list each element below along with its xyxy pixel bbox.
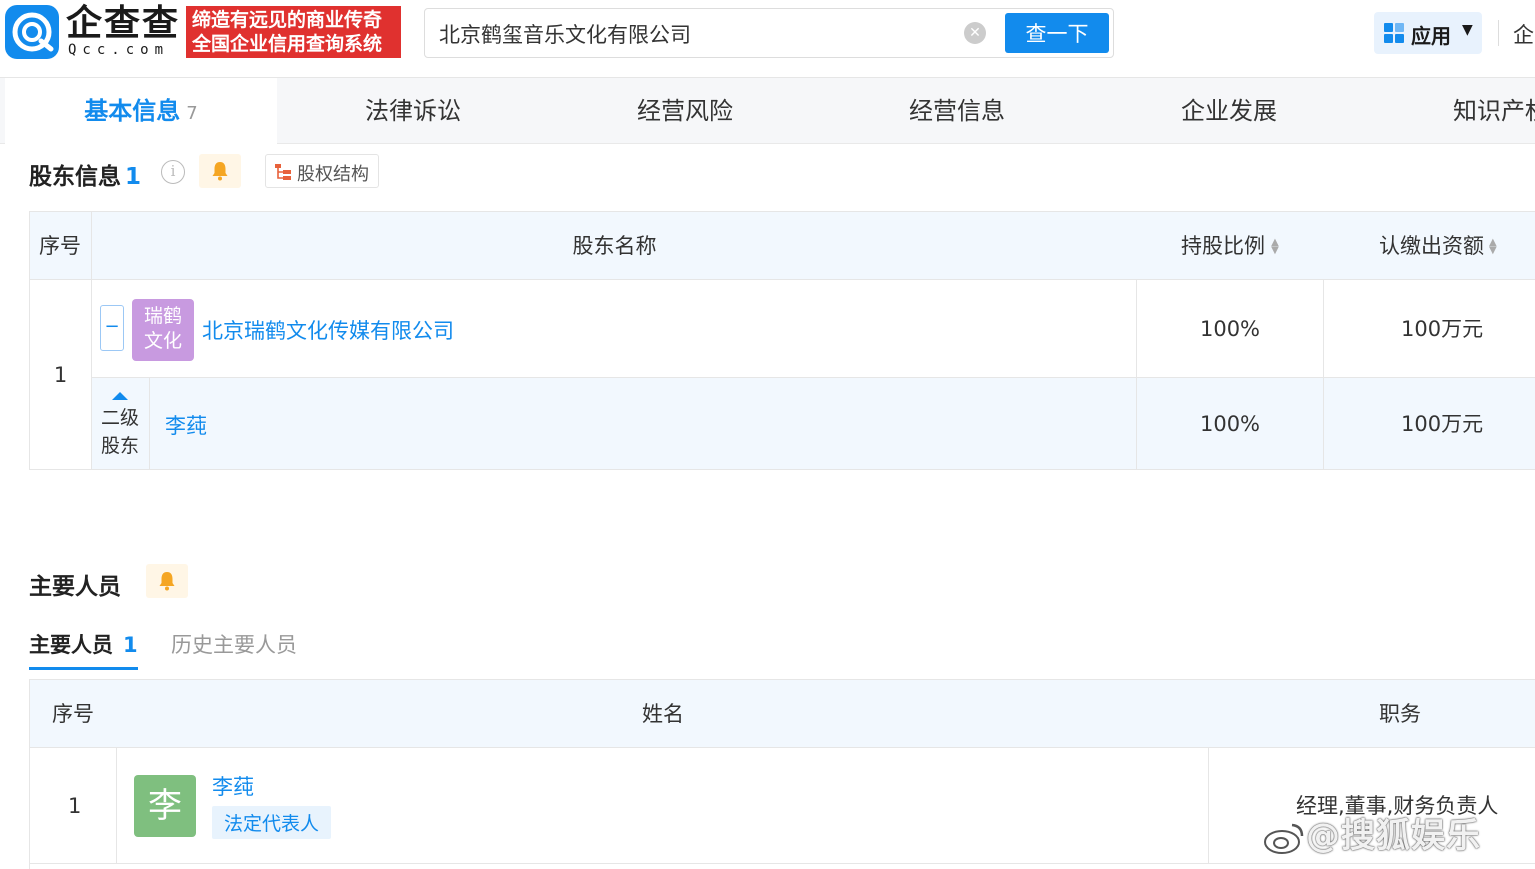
subtab-label: 主要人员 [29,633,113,657]
company-logo-text-1: 瑞鹤 [143,305,182,327]
clear-icon[interactable]: ✕ [964,22,986,44]
tab-legal[interactable]: 法律诉讼 [277,78,549,144]
info-icon[interactable]: i [161,160,185,184]
company-logo[interactable]: 瑞鹤 文化 [132,299,194,361]
slogan-banner: 缔造有远见的商业传奇 全国企业信用查询系统 [186,6,401,58]
qcc-logo-icon[interactable] [5,5,59,59]
caret-up-icon [112,392,128,400]
col-header-name: 姓名 [117,680,1209,748]
tab-label: 基本信息 [84,97,181,125]
col-header-ratio[interactable]: 持股比例 ▲ ▼ [1137,212,1324,280]
section-count: 1 [125,164,142,190]
tab-development[interactable]: 企业发展 [1093,78,1365,144]
search-button[interactable]: 查一下 [1005,13,1109,53]
table-row: − 瑞鹤 文化 北京瑞鹤文化传媒有限公司 [92,280,1137,378]
section-title-text: 股东信息 [29,164,121,190]
row-index: 1 [30,280,92,470]
col-header-amount[interactable]: 认缴出资额 ▲ ▼ [1324,212,1535,280]
search-box: ✕ 查一下 [424,8,1114,58]
amount-cell: 100万元 [1324,280,1535,378]
monitor-bell-button[interactable] [199,154,241,188]
chevron-down-icon: ▼ [1462,22,1473,38]
col-header-index: 序号 [30,212,92,280]
tab-ip[interactable]: 知识产权 [1365,78,1535,144]
company-logo-text-2: 文化 [143,330,182,352]
equity-structure-button[interactable]: 股权结构 [265,154,379,188]
subtab-count: 1 [123,633,138,657]
monitor-bell-button[interactable] [146,564,188,598]
logo-subtext: Qcc.com [68,42,170,58]
apps-label: 应用 [1411,24,1451,48]
bell-icon [212,162,228,181]
col-header-position: 职务 [1209,680,1535,748]
weibo-icon [1264,823,1304,854]
col-header-index: 序号 [30,680,117,748]
level-label-1: 二级 [100,407,139,429]
sort-icon: ▲ ▼ [1271,237,1279,256]
table-row: 李 李莼 法定代表人 [117,748,1209,864]
collapse-toggle-button[interactable]: − [100,305,124,351]
sub-shareholder-row: 二级 股东 李莼 [92,378,1137,470]
header-divider [1498,20,1499,46]
subtab-current-personnel[interactable]: 主要人员 1 [29,629,138,670]
col-header-ratio-label: 持股比例 [1181,234,1265,258]
apps-button[interactable]: 应用 ▼ [1374,12,1482,54]
logo-text[interactable]: 企查查 [66,4,180,44]
header-more-link[interactable]: 企 [1513,19,1534,49]
level-label: 二级 股东 [98,404,142,460]
sub-row-divider [149,378,150,470]
row-index: 1 [30,748,117,864]
sub-ratio-cell: 100% [1137,378,1324,470]
sort-icon: ▲ ▼ [1489,237,1497,256]
legal-rep-tag: 法定代表人 [212,806,332,839]
level-label-2: 股东 [100,435,139,457]
slogan-line-1: 缔造有远见的商业传奇 [192,9,383,31]
ratio-cell: 100% [1137,280,1324,378]
equity-button-label: 股权结构 [297,164,369,185]
sub-amount-cell: 100万元 [1324,378,1535,470]
slogan-line-2: 全国企业信用查询系统 [192,33,383,55]
tab-count: 7 [186,103,198,124]
col-header-amount-label: 认缴出资额 [1379,234,1484,258]
tab-business-info[interactable]: 经营信息 [821,78,1093,144]
watermark: @搜狐娱乐 [1262,808,1481,857]
sub-shareholder-name-link[interactable]: 李莼 [165,410,207,440]
shareholder-table: 序号 股东名称 持股比例 ▲ ▼ 认缴出资额 ▲ ▼ 1 − 瑞鹤 文化 北京瑞鹤文化传… [29,211,1535,470]
personnel-section-title: 主要人员 [29,574,121,600]
col-header-name: 股东名称 [92,212,1137,280]
bell-icon [159,572,175,591]
subtab-history-personnel[interactable]: 历史主要人员 [171,629,297,659]
main-tabs: 基本信息7 法律诉讼 经营风险 经营信息 企业发展 知识产权 [0,78,1535,144]
tree-structure-icon [275,164,291,180]
shareholder-section-title: 股东信息 1 [29,157,141,191]
person-name-link[interactable]: 李莼 [212,771,254,801]
apps-grid-icon [1384,23,1404,43]
shareholder-name-link[interactable]: 北京瑞鹤文化传媒有限公司 [202,315,454,345]
tab-risk[interactable]: 经营风险 [549,78,821,144]
search-input[interactable] [439,19,959,49]
avatar[interactable]: 李 [134,775,196,837]
tab-basic-info[interactable]: 基本信息 7 [5,78,277,144]
watermark-text: @搜狐娱乐 [1306,816,1481,856]
top-header: 企查查 Qcc.com 缔造有远见的商业传奇 全国企业信用查询系统 ✕ 查一下 … [0,0,1535,78]
